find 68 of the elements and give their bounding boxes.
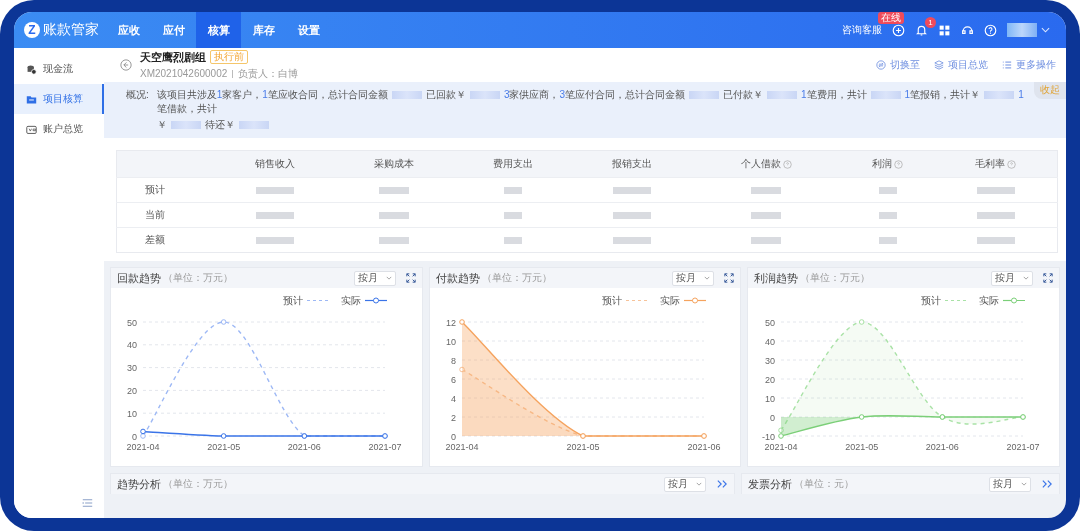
row-label: 预计: [116, 177, 216, 203]
legend-label: 实际: [341, 295, 362, 306]
tick-label: 6: [451, 374, 456, 385]
tick-label: 30: [127, 363, 138, 374]
tick-label: 4: [451, 393, 456, 404]
legend-label: 实际: [978, 295, 999, 306]
legend-label: 实际: [660, 295, 680, 306]
tick-label: 8: [451, 355, 456, 366]
tick-label: 12: [446, 317, 456, 328]
logo-icon: Z: [24, 22, 40, 38]
project-title: 天空鹰烈剧组: [140, 49, 206, 65]
tick-label: 2021-04: [126, 442, 160, 452]
column-header: 采购成本: [334, 150, 454, 178]
tick-label: 50: [764, 317, 775, 328]
tick-label: 40: [127, 340, 138, 351]
column-header: 个人借款: [691, 150, 842, 178]
row-label: 差额: [116, 227, 216, 253]
tick-label: -10: [761, 431, 775, 442]
tick-label: 40: [764, 336, 775, 347]
tick-label: 2021-04: [764, 442, 798, 452]
tick-label: 10: [764, 393, 775, 404]
tick-label: 10: [446, 336, 456, 347]
tick-label: 20: [127, 385, 138, 396]
column-header: 利润: [841, 150, 935, 178]
column-header: 报销支出: [572, 150, 692, 178]
panel-title: 回款趋势: [117, 270, 161, 286]
tick-label: 2021-07: [1006, 442, 1040, 452]
panel-title: 发票分析: [747, 476, 792, 492]
tick-label: 0: [132, 431, 138, 442]
summary-text: 该项目共涉及1家客户，1笔应收合同，总计合同金额 已回款￥ 3家供应商，3笔应付合同，总计合同金额 已付款￥ 1笔费用，共计 1笔报销，共计￥ 1 笔借款，共计: [156, 88, 1025, 116]
unit-label: （单位：万元）: [800, 271, 871, 285]
project-code: XM2021042600002: [140, 68, 228, 79]
tick-label: 2: [451, 412, 456, 423]
tick-label: 2021-05: [844, 442, 878, 452]
tick-label: 2021-05: [566, 442, 600, 452]
row-label: 当前: [116, 202, 216, 228]
legend-label: 预计: [920, 295, 941, 306]
legend-label: 预计: [283, 295, 304, 306]
tick-label: 2021-06: [925, 442, 959, 452]
tick-label: 10: [127, 408, 138, 419]
app-name: 账款管家: [43, 21, 99, 39]
project-owner: 负责人：白博: [238, 66, 299, 81]
column-header: 费用支出: [453, 150, 573, 178]
tick-label: 20: [764, 374, 775, 385]
tick-label: 2021-07: [368, 442, 402, 452]
tick-label: 2021-04: [445, 442, 479, 452]
panel-title: 利润趋势: [754, 270, 799, 286]
summary-label: 概况:: [126, 88, 149, 102]
tick-label: 30: [764, 355, 775, 366]
legend-label: 预计: [602, 295, 622, 306]
unit-label: （单位：元）: [793, 477, 854, 491]
tick-label: 2021-05: [207, 442, 241, 452]
unit-label: （单位：万元）: [163, 477, 233, 491]
status-tag: 执行前: [210, 50, 248, 64]
column-header: 毛利率: [934, 150, 1058, 178]
online-badge: 在线: [878, 12, 904, 24]
unit-label: （单位：万元）: [481, 271, 552, 285]
tick-label: 50: [127, 317, 138, 328]
summary-text: ￥ 待还￥: [156, 118, 1026, 132]
panel-title: 趋势分析: [117, 476, 161, 492]
tick-label: 0: [451, 431, 456, 442]
panel-title: 付款趋势: [435, 270, 480, 286]
column-header: 销售收入: [216, 150, 335, 178]
tick-label: 2021-06: [288, 442, 322, 452]
notification-badge: 1: [925, 16, 936, 28]
tick-label: 0: [769, 412, 775, 423]
tick-label: 2021-06: [687, 442, 721, 452]
unit-label: （单位：万元）: [163, 271, 233, 285]
